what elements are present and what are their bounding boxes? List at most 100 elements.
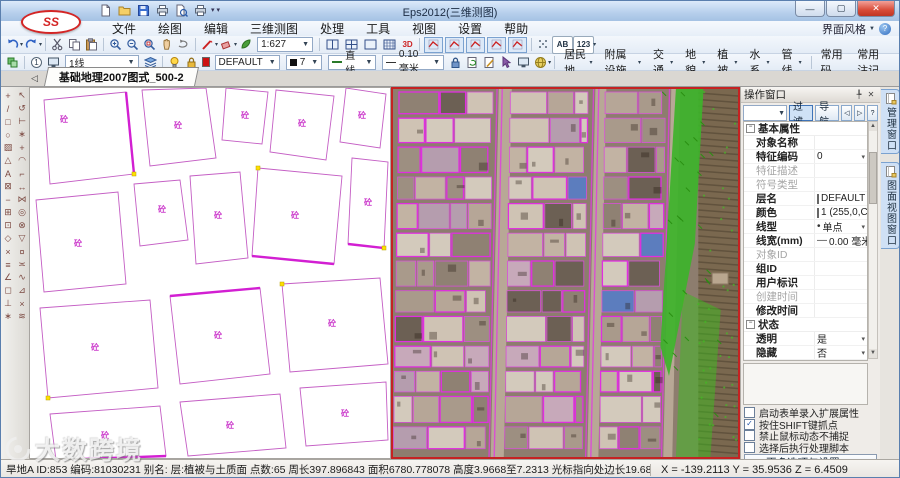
category-6-button[interactable]: 管线▾ xyxy=(775,49,807,77)
add-point-icon[interactable]: + xyxy=(16,141,29,154)
delete-icon[interactable]: × xyxy=(2,245,15,258)
filter-button[interactable]: 过滤 xyxy=(789,102,814,128)
property-row-特征描述[interactable]: 特征描述 xyxy=(744,164,867,178)
menu-4[interactable]: 处理 xyxy=(309,20,355,37)
draw-point-icon[interactable]: + xyxy=(2,89,15,102)
category-2-button[interactable]: 交通▾ xyxy=(647,49,679,77)
view-layout-2h-button[interactable] xyxy=(324,37,341,53)
draw-text-icon[interactable]: A xyxy=(2,167,15,180)
snap-vegetation-button[interactable] xyxy=(237,37,254,53)
snap-star-icon[interactable]: ∗ xyxy=(16,128,29,141)
world-button[interactable] xyxy=(532,54,549,70)
vector-map-pane[interactable]: 砼砼砼砼砼砼砼砼砼砼砼砼砼砼砼砼 xyxy=(29,87,391,459)
category-5-button[interactable]: 水系▾ xyxy=(743,49,775,77)
view-oblique1-button[interactable] xyxy=(466,36,486,53)
draw-text-box-icon[interactable]: ⊠ xyxy=(2,180,15,193)
menu-8[interactable]: 帮助 xyxy=(493,20,539,37)
toolbar-overflow-icon[interactable]: ▾ xyxy=(548,59,551,66)
property-row-特征编码[interactable]: 特征编码 0 ▾ xyxy=(744,150,867,164)
workspace-button[interactable] xyxy=(4,54,21,70)
offset-icon[interactable]: ⌐ xyxy=(16,167,29,180)
menu-6[interactable]: 视图 xyxy=(401,20,447,37)
checkbox-icon[interactable] xyxy=(744,407,755,419)
property-row-对象ID[interactable]: 对象ID xyxy=(744,248,867,262)
quick-code-0-button[interactable]: 常用码 xyxy=(815,49,852,77)
property-row-颜色[interactable]: 颜色 1 (255,0,C▾ xyxy=(744,206,867,220)
checkbox-icon[interactable] xyxy=(744,441,755,453)
property-value[interactable]: 否▾ xyxy=(814,360,867,361)
star-icon[interactable]: ∗ xyxy=(2,310,15,323)
flip-icon[interactable]: ▽ xyxy=(16,232,29,245)
document-tab[interactable]: 基础地理2007图式_500-2 xyxy=(43,67,199,86)
property-row-创建时间[interactable]: 创建时间 xyxy=(744,290,867,304)
property-value[interactable] xyxy=(814,248,867,261)
checkbox-row-3[interactable]: 选择后执行处理脚本 xyxy=(744,441,877,453)
array-icon[interactable]: ⊞ xyxy=(2,206,15,219)
view-north-button[interactable] xyxy=(445,36,465,53)
zoom-in-button[interactable] xyxy=(107,37,124,53)
category-1-button[interactable]: 附属设施▾ xyxy=(598,49,647,77)
list-icon[interactable]: ≡ xyxy=(2,258,15,271)
explode-icon[interactable]: ⊗ xyxy=(16,219,29,232)
section-0[interactable]: − 基本属性 xyxy=(744,122,867,136)
property-value[interactable] xyxy=(814,164,867,177)
draw-line-icon[interactable]: / xyxy=(2,102,15,115)
menu-0[interactable]: 文件 xyxy=(101,20,147,37)
smooth-icon[interactable]: ∿ xyxy=(16,271,29,284)
angle-icon[interactable]: ∠ xyxy=(2,271,15,284)
redline-erase-button[interactable] xyxy=(218,37,235,53)
category-3-button[interactable]: 地貌▾ xyxy=(679,49,711,77)
group-icon[interactable]: ⊡ xyxy=(2,219,15,232)
edit-doc-button[interactable] xyxy=(481,54,498,70)
info-button[interactable]: 1 xyxy=(28,54,45,70)
next-button[interactable]: ▷ xyxy=(854,105,866,121)
property-value[interactable] xyxy=(814,276,867,289)
help-icon[interactable]: ? xyxy=(879,22,891,35)
property-value[interactable]: DEFAULT▾ xyxy=(814,192,867,205)
center-snap-icon[interactable]: ◎ xyxy=(16,206,29,219)
property-row-透明[interactable]: 透明 是 ▾ xyxy=(744,332,867,346)
property-row-修改时间[interactable]: 修改时间 xyxy=(744,304,867,318)
property-row-层名[interactable]: 层名 DEFAULT▾ xyxy=(744,192,867,206)
menu-2[interactable]: 编辑 xyxy=(193,20,239,37)
property-row-高亮显示[interactable]: 高亮显示否▾ xyxy=(744,360,867,361)
pin-icon[interactable]: ╄ xyxy=(853,90,865,99)
property-value[interactable] xyxy=(814,290,867,303)
chevron-down-icon[interactable]: ▾ xyxy=(861,349,867,357)
undo-button[interactable] xyxy=(4,37,21,53)
orthophoto-canvas[interactable] xyxy=(393,89,738,457)
diamond-icon[interactable]: ◇ xyxy=(2,232,15,245)
property-row-组ID[interactable]: 组ID xyxy=(744,262,867,276)
property-value[interactable] xyxy=(814,178,867,191)
perp-icon[interactable]: ⊥ xyxy=(2,297,15,310)
color-combo[interactable]: 7 ▼ xyxy=(285,54,323,70)
property-scrollbar[interactable]: ▲ ▼ xyxy=(868,121,878,359)
property-row-线宽(mm)[interactable]: 线宽(mm) —0.00 毫米▾ xyxy=(744,234,867,248)
join-icon[interactable]: ⋈ xyxy=(16,193,29,206)
property-row-线型[interactable]: 线型 • 单点 ▾ xyxy=(744,220,867,234)
zoom-out-button[interactable] xyxy=(124,37,141,53)
view-oblique2-button[interactable] xyxy=(487,36,507,53)
erase-icon[interactable]: − xyxy=(2,193,15,206)
trim-corner-icon[interactable]: ⊿ xyxy=(16,284,29,297)
draw-rect-icon[interactable]: □ xyxy=(2,115,15,128)
collapse-icon[interactable]: − xyxy=(746,320,755,329)
scroll-thumb[interactable] xyxy=(869,152,877,204)
view-layout-grid-button[interactable] xyxy=(381,37,398,53)
lock-settings-button[interactable] xyxy=(447,54,464,70)
refresh-doc-button[interactable] xyxy=(464,54,481,70)
paste-button[interactable] xyxy=(83,37,100,53)
draw-hatch-icon[interactable]: ▨ xyxy=(2,141,15,154)
chevron-down-icon[interactable]: ▾ xyxy=(861,335,867,343)
property-value[interactable]: • 单点 ▾ xyxy=(814,220,867,233)
toolbar-overflow-icon[interactable]: ▾ xyxy=(593,41,596,48)
pick-feature-button[interactable] xyxy=(498,54,515,70)
extend-icon[interactable]: ⊢ xyxy=(16,115,29,128)
feature-search-combo[interactable]: ▼ xyxy=(743,105,788,121)
align-icon[interactable]: ≍ xyxy=(16,258,29,271)
property-row-对象名称[interactable]: 对象名称 xyxy=(744,136,867,150)
menu-7[interactable]: 设置 xyxy=(447,20,493,37)
menu-3[interactable]: 三维测图 xyxy=(239,20,309,37)
minimize-button[interactable]: — xyxy=(795,1,825,17)
property-value[interactable]: —0.00 毫米▾ xyxy=(814,234,867,247)
